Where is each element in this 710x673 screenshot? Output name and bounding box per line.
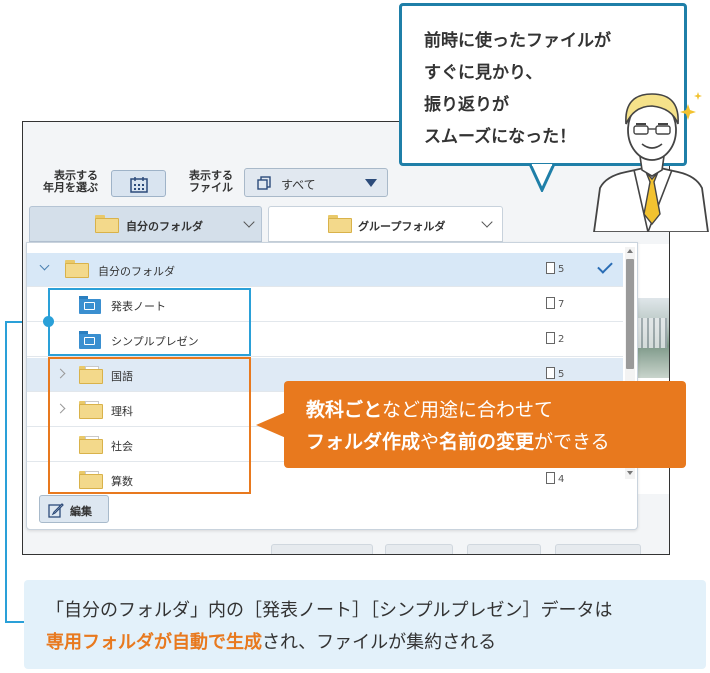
tab-my-folder[interactable]: 自分のフォルダ bbox=[29, 206, 262, 242]
bubble-line: 前時に使ったファイルが bbox=[424, 31, 611, 51]
document-icon bbox=[546, 297, 555, 309]
toolbar-button[interactable] bbox=[385, 544, 453, 554]
toolbar-button[interactable] bbox=[555, 544, 641, 554]
document-icon bbox=[546, 367, 555, 379]
date-select-label: 表示する 年月を選ぶ bbox=[43, 169, 98, 194]
thumbnail-image bbox=[633, 298, 669, 378]
bubble-line: 振り返りが bbox=[424, 95, 509, 115]
connector-line bbox=[5, 321, 7, 623]
highlight-box-blue bbox=[48, 288, 251, 356]
dropdown-arrow-icon bbox=[365, 179, 377, 187]
highlight-box-orange bbox=[48, 357, 251, 494]
file-type-value: すべて bbox=[281, 178, 316, 192]
file-type-select[interactable]: すべて bbox=[244, 168, 388, 197]
copy-icon bbox=[257, 176, 271, 190]
file-type-label: 表示する ファイル bbox=[189, 169, 233, 194]
document-icon bbox=[546, 332, 555, 344]
folder-icon bbox=[65, 260, 89, 278]
speech-bubble-tail bbox=[528, 164, 556, 192]
file-count: 7 bbox=[546, 297, 564, 310]
tab-label: グループフォルダ bbox=[358, 220, 446, 233]
teacher-illustration bbox=[593, 92, 709, 232]
callout-pointer bbox=[256, 412, 286, 438]
edit-button[interactable]: 編集 bbox=[39, 495, 109, 523]
explanation-note: 「自分のフォルダ」内の［発表ノート］［シンプルプレゼン］データは 専用フォルダが… bbox=[24, 580, 706, 669]
tab-group-folder[interactable]: グループフォルダ bbox=[268, 206, 503, 242]
check-icon bbox=[597, 258, 613, 274]
chevron-down-icon bbox=[243, 216, 255, 228]
scroll-thumb[interactable] bbox=[626, 259, 634, 369]
orange-callout: 教科ごとなど用途に合わせて フォルダ作成や名前の変更ができる bbox=[284, 381, 686, 468]
scroll-down-icon[interactable] bbox=[627, 471, 633, 475]
callout-line-1: 教科ごとなど用途に合わせて bbox=[306, 399, 554, 421]
document-icon bbox=[546, 262, 555, 274]
edit-icon bbox=[48, 503, 64, 518]
scroll-up-icon[interactable] bbox=[627, 249, 633, 253]
tab-label: 自分のフォルダ bbox=[126, 220, 203, 233]
note-line-1: 「自分のフォルダ」内の［発表ノート］［シンプルプレゼン］データは bbox=[46, 600, 613, 621]
file-count: 4 bbox=[546, 472, 564, 485]
callout-line-2: フォルダ作成や名前の変更ができる bbox=[306, 431, 610, 453]
toolbar-button[interactable] bbox=[467, 544, 541, 554]
toolbar-button[interactable] bbox=[271, 544, 373, 554]
file-count: 5 bbox=[546, 262, 564, 275]
chevron-down-icon bbox=[39, 260, 50, 271]
chevron-down-icon bbox=[481, 216, 493, 228]
bubble-line: すぐに見かり、 bbox=[424, 63, 543, 83]
document-icon bbox=[546, 472, 555, 484]
file-count: 5 bbox=[546, 367, 564, 380]
connector-dot bbox=[43, 316, 54, 327]
connector-line bbox=[5, 621, 24, 623]
calendar-icon bbox=[130, 177, 148, 193]
folder-icon bbox=[328, 215, 352, 233]
tree-label: 自分のフォルダ bbox=[98, 265, 175, 278]
tree-row-root[interactable]: 自分のフォルダ 5 bbox=[27, 253, 623, 287]
folder-icon bbox=[95, 215, 119, 233]
calendar-button[interactable] bbox=[111, 170, 166, 197]
file-count: 2 bbox=[546, 332, 564, 345]
note-line-2: 専用フォルダが自動で生成され、ファイルが集約される bbox=[46, 632, 497, 653]
bubble-line: スムーズになった！ bbox=[424, 127, 577, 147]
